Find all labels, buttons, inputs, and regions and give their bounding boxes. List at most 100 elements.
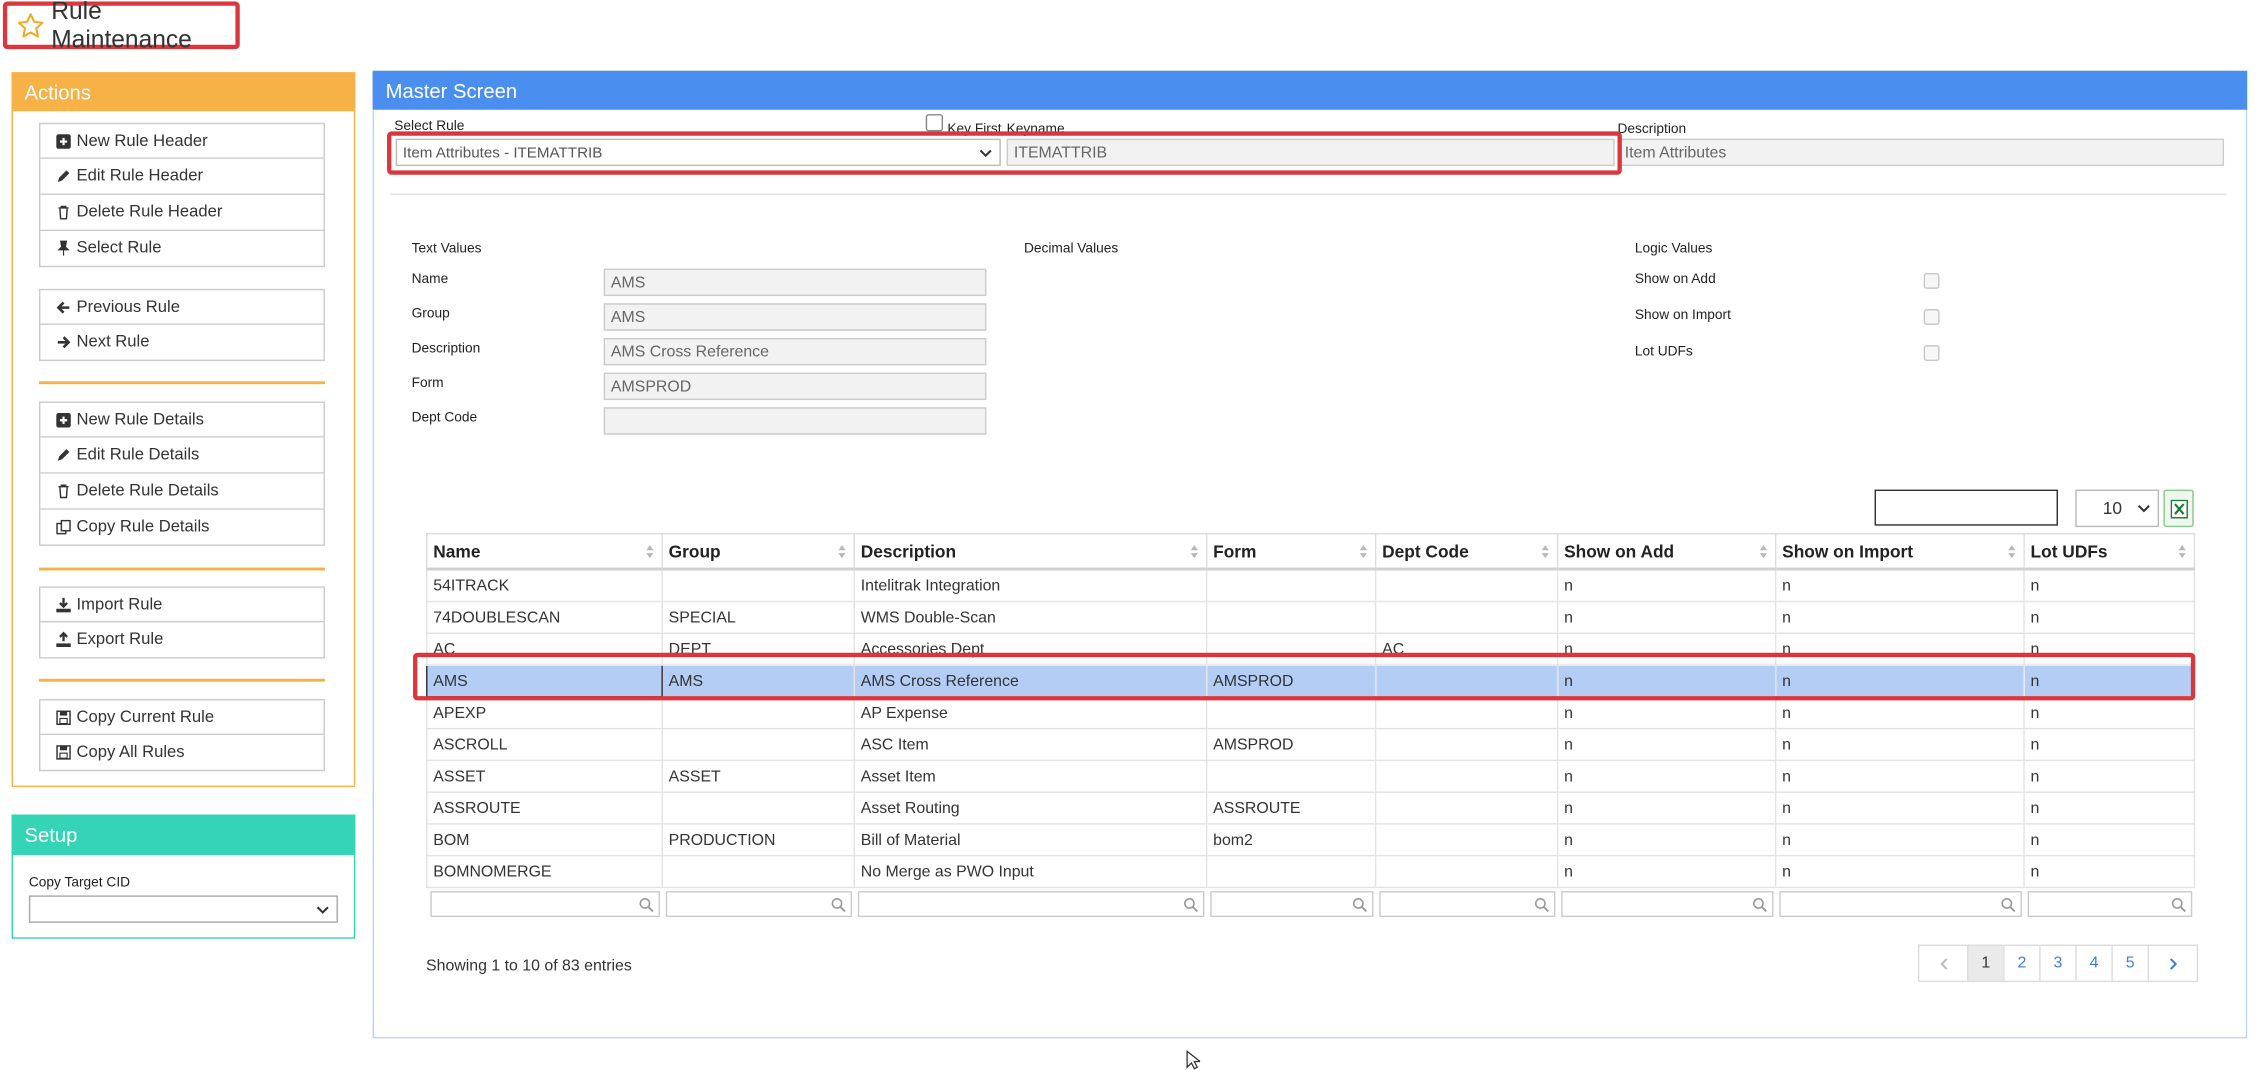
table-row[interactable]: BOM PRODUCTION Bill of Material bom2 n n n: [426, 823, 2196, 857]
column-header-dept-code[interactable]: Dept Code: [1374, 532, 1559, 571]
table-row[interactable]: BOMNOMERGE No Merge as PWO Input n n n: [426, 854, 2196, 889]
button-label: Copy All Rules: [76, 743, 185, 762]
table-cell: n: [1556, 854, 1777, 889]
mouse-cursor-icon: [1186, 1050, 1201, 1070]
chevron-down-icon: [2137, 505, 2150, 513]
column-header-name[interactable]: Name: [426, 532, 663, 571]
dept-code-field[interactable]: [603, 407, 987, 435]
column-filter-input[interactable]: [1378, 891, 1555, 918]
delete-rule-details-button[interactable]: Delete Rule Details: [38, 473, 325, 510]
copy-rule-details-button[interactable]: Copy Rule Details: [38, 509, 325, 546]
page-size-value: 10: [2102, 498, 2123, 519]
filter-cell: [2024, 887, 2194, 919]
description-field[interactable]: Item Attributes: [1617, 138, 2225, 167]
search-icon: [1352, 898, 1367, 913]
copy-current-rule-button[interactable]: Copy Current Rule: [38, 698, 325, 736]
table-cell: [661, 791, 855, 825]
lot-udfs-checkbox[interactable]: [1923, 345, 1940, 362]
edit-rule-header-button[interactable]: Edit Rule Header: [38, 158, 325, 195]
description-field[interactable]: AMS Cross Reference: [603, 337, 987, 366]
column-header-description[interactable]: Description: [853, 532, 1208, 571]
table-cell: [1374, 600, 1559, 635]
import-rule-button[interactable]: Import Rule: [38, 586, 325, 623]
table-cell: [1374, 854, 1559, 889]
button-label: Copy Rule Details: [76, 518, 210, 536]
table-row[interactable]: ASSROUTE Asset Routing ASSROUTE n n n: [426, 791, 2196, 825]
table-row[interactable]: ASSET ASSET Asset Item n n n: [426, 759, 2196, 793]
previous-rule-button[interactable]: Previous Rule: [38, 288, 325, 325]
table-info: Showing 1 to 10 of 83 entries: [426, 957, 632, 975]
grid-search-input[interactable]: [1874, 489, 2058, 526]
copy-all-rules-button[interactable]: Copy All Rules: [38, 735, 325, 772]
page-button[interactable]: 1: [1967, 944, 2005, 983]
column-filter-input[interactable]: [2026, 891, 2192, 918]
star-icon[interactable]: [16, 9, 46, 41]
download-icon: [56, 597, 71, 612]
column-filter-input[interactable]: [1778, 891, 2022, 918]
page-size-select[interactable]: 10: [2075, 489, 2160, 528]
edit-rule-details-button[interactable]: Edit Rule Details: [38, 437, 325, 474]
table-cell: 54ITRACK: [426, 568, 663, 603]
show-on-add-checkbox[interactable]: [1923, 272, 1940, 289]
column-header-lot-udfs[interactable]: Lot UDFs: [2023, 532, 2196, 571]
export-rule-button[interactable]: Export Rule: [38, 622, 325, 659]
delete-rule-header-button[interactable]: Delete Rule Header: [38, 194, 325, 232]
page-button[interactable]: 3: [2039, 944, 2077, 983]
action-group-1: New Rule Header Edit Rule Header Delete Ru…: [38, 122, 325, 268]
button-label: Next Rule: [76, 333, 150, 351]
sort-icon: [2008, 545, 2016, 559]
decimal-values-label: Decimal Values: [1023, 241, 1119, 258]
table-cell: AMSPROD: [1205, 727, 1377, 762]
table-cell: [1205, 568, 1377, 603]
new-rule-header-button[interactable]: New Rule Header: [38, 122, 325, 159]
show-on-add-label: Show on Add: [1634, 271, 1716, 288]
button-label: Delete Rule Details: [76, 482, 219, 500]
pencil-icon: [57, 170, 70, 182]
table-cell: [1205, 854, 1377, 889]
column-filter-input[interactable]: [857, 891, 1204, 918]
next-rule-button[interactable]: Next Rule: [38, 324, 325, 362]
filter-cell: [1376, 887, 1558, 919]
action-group-3: New Rule Details Edit Rule Details Delete …: [38, 401, 325, 546]
column-header-group[interactable]: Group: [661, 532, 855, 571]
column-header-show-on-add[interactable]: Show on Add: [1556, 532, 1777, 571]
select-rule-button[interactable]: Select Rule: [38, 231, 325, 268]
column-header-label: Name: [433, 540, 481, 562]
table-row[interactable]: ASCROLL ASC Item AMSPROD n n n: [426, 727, 2196, 762]
name-field[interactable]: AMS: [603, 268, 987, 297]
page-button[interactable]: 4: [2075, 944, 2113, 983]
column-header-show-on-import[interactable]: Show on Import: [1774, 532, 2025, 571]
previous-page-button[interactable]: [1917, 944, 1969, 983]
table-cell: BOM: [426, 823, 663, 857]
table-row[interactable]: APEXP AP Expense n n n: [426, 696, 2196, 730]
table-cell: n: [1774, 600, 2025, 635]
divider: [389, 193, 2227, 195]
column-header-form[interactable]: Form: [1205, 532, 1377, 571]
table-cell: n: [1774, 568, 2025, 603]
table-row[interactable]: 74DOUBLESCAN SPECIAL WMS Double-Scan n n n: [426, 600, 2196, 635]
group-field[interactable]: AMS: [603, 303, 987, 331]
column-filter-input[interactable]: [429, 891, 660, 918]
highlight-selected-row: [413, 652, 2196, 701]
key-first-checkbox[interactable]: [925, 114, 944, 132]
export-excel-button[interactable]: [2163, 489, 2194, 528]
copy-target-select[interactable]: [28, 895, 338, 923]
show-on-import-checkbox[interactable]: [1923, 309, 1940, 325]
upload-icon: [56, 631, 71, 648]
page-button[interactable]: 5: [2111, 944, 2149, 983]
column-filter-input[interactable]: [1560, 891, 1773, 918]
page-button[interactable]: 2: [2003, 944, 2041, 983]
arrow-left-icon: [56, 300, 70, 313]
column-filter-input[interactable]: [665, 891, 852, 918]
table-row[interactable]: 54ITRACK Intelitrak Integration n n n: [426, 568, 2196, 603]
column-filter-input[interactable]: [1209, 891, 1373, 918]
form-field[interactable]: AMSPROD: [603, 372, 987, 401]
next-page-button[interactable]: [2147, 944, 2199, 983]
button-label: Delete Rule Header: [76, 203, 223, 221]
button-label: Export Rule: [76, 631, 164, 649]
table-cell: AP Expense: [853, 696, 1208, 730]
copy-target-label: Copy Target CID: [28, 875, 131, 892]
table-cell: [1374, 823, 1559, 857]
new-rule-details-button[interactable]: New Rule Details: [38, 401, 325, 438]
table-cell: ASSROUTE: [426, 791, 663, 825]
